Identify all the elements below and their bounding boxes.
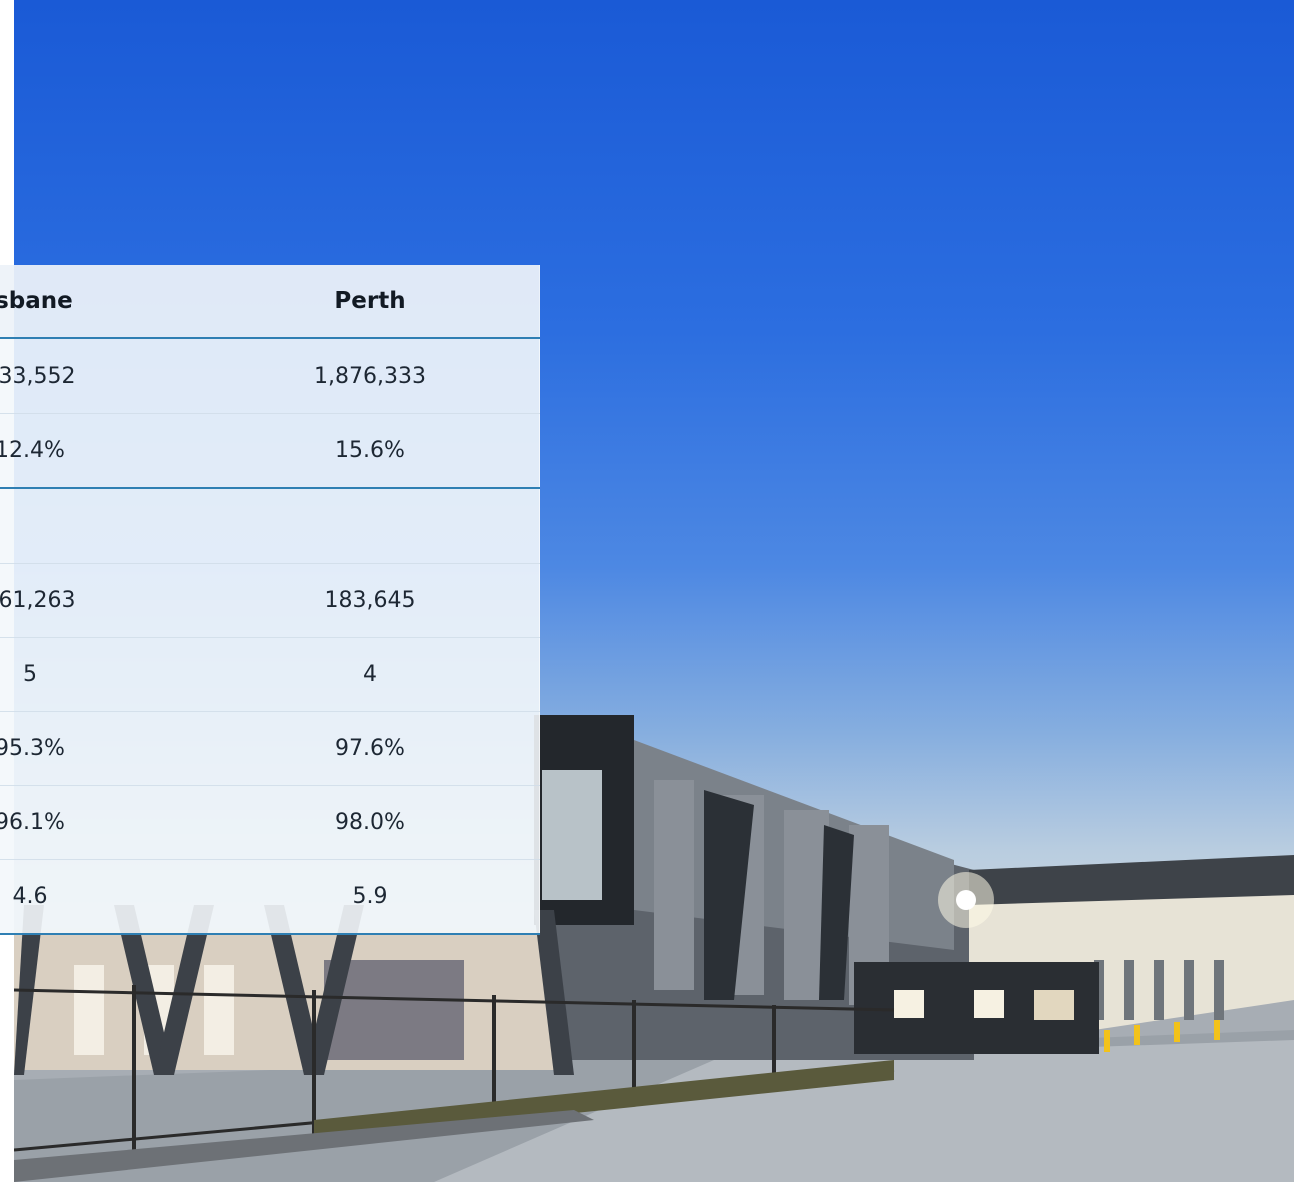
table-row: 5 4	[0, 637, 540, 712]
table-cell: 97.6%	[335, 735, 405, 761]
table-cell: 183,645	[324, 587, 416, 613]
table-cell: 4.6	[12, 883, 48, 909]
table-cell	[0, 489, 140, 563]
table-row: 96.1% 98.0%	[0, 785, 540, 860]
table-cell: 4	[363, 661, 377, 687]
table-cell: 5	[23, 661, 37, 687]
table-cell: 1,876,333	[314, 363, 426, 389]
column-header-brisbane: isbane	[0, 288, 73, 314]
table-row: 12.4% 15.6%	[0, 413, 540, 489]
table-cell: 95.3%	[0, 735, 65, 761]
table-row: 4.6 5.9	[0, 859, 540, 935]
table-cell: 261,263	[0, 587, 76, 613]
column-header-perth: Perth	[334, 288, 406, 314]
table-row: 261,263 183,645	[0, 563, 540, 638]
table-cell: 96.1%	[0, 809, 65, 835]
table-header: isbane Perth	[0, 265, 540, 339]
table-row: 333,552 1,876,333	[0, 339, 540, 414]
table-cell: 98.0%	[335, 809, 405, 835]
table-cell: 333,552	[0, 363, 76, 389]
table-cell: 12.4%	[0, 437, 65, 463]
table-row: 95.3% 97.6%	[0, 711, 540, 786]
page: isbane Perth 333,552 1,876,333 12.4% 15.…	[0, 0, 1294, 1182]
comparison-table: isbane Perth 333,552 1,876,333 12.4% 15.…	[0, 265, 540, 935]
table-cell	[260, 489, 480, 563]
table-cell: 5.9	[352, 883, 388, 909]
table-cell: 15.6%	[335, 437, 405, 463]
table-row-section-spacer	[0, 489, 540, 564]
